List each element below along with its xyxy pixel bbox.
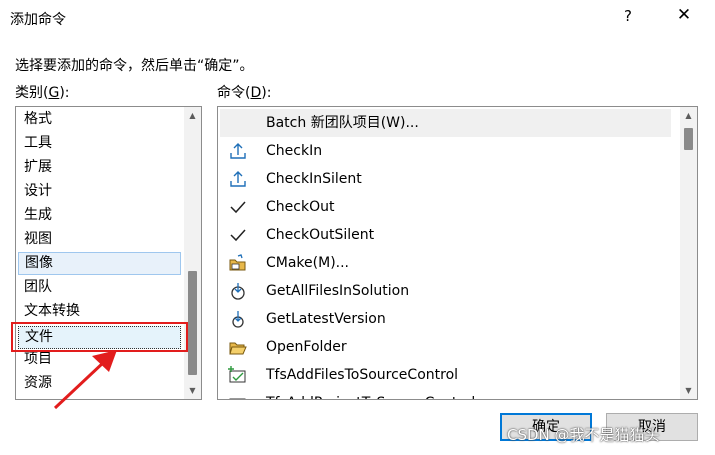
watermark: CSDN @我不是猫猫头	[507, 426, 660, 444]
annotation-arrow-icon	[53, 350, 117, 410]
